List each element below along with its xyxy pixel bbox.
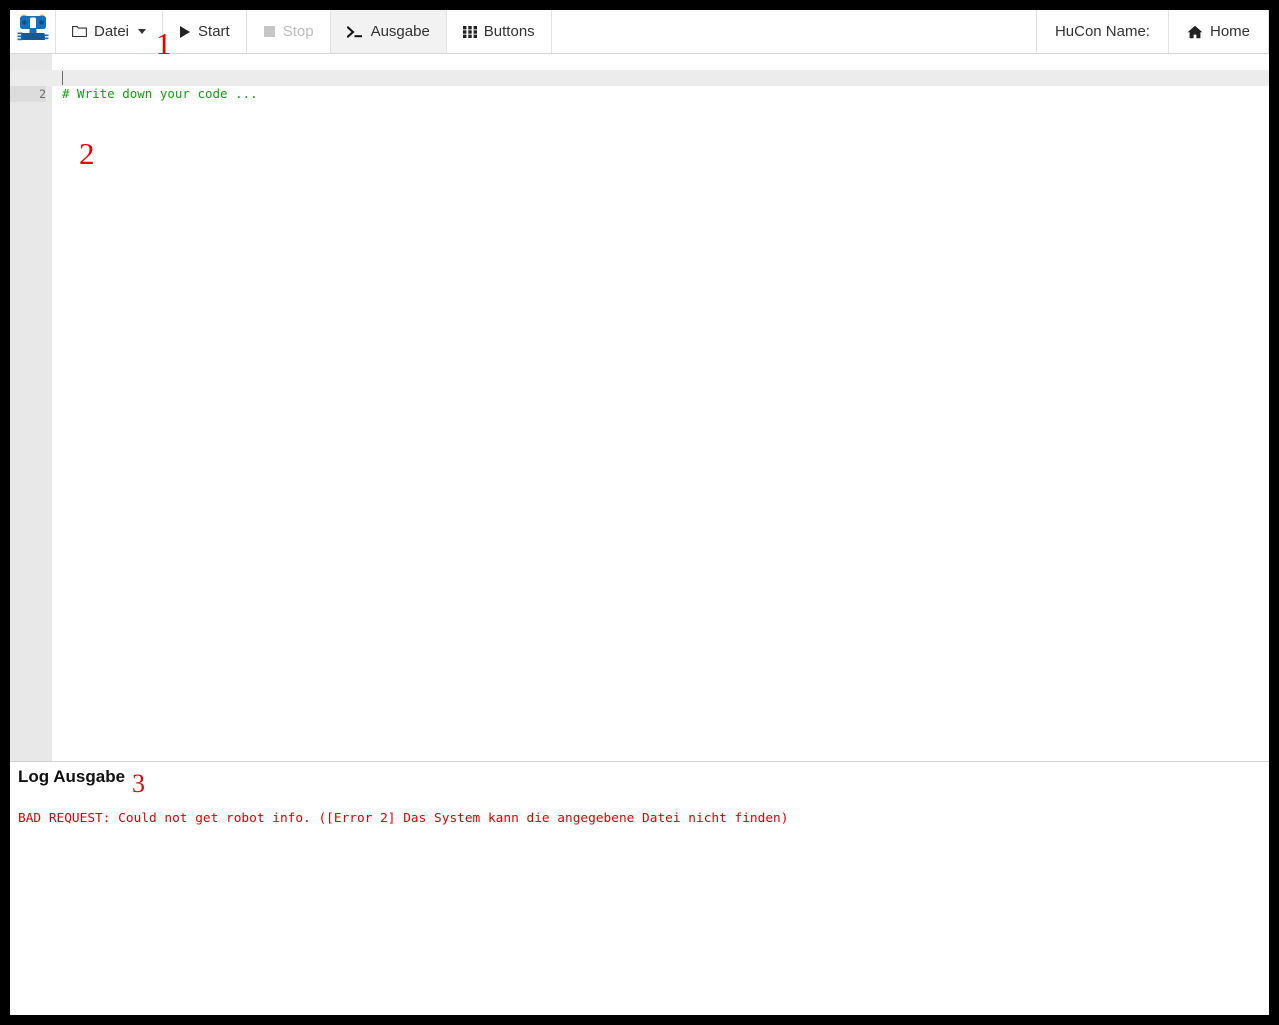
line-number: 2 — [10, 86, 46, 102]
toolbar-label-start: Start — [198, 23, 230, 40]
text-cursor — [62, 71, 63, 85]
chevron-down-icon[interactable] — [138, 29, 146, 34]
main-toolbar: Datei Start Stop — [10, 10, 1269, 54]
toolbar-button-home[interactable]: Home — [1169, 10, 1269, 53]
home-icon — [1187, 25, 1203, 39]
annotation-marker-3: 3 — [132, 771, 145, 797]
annotation-marker-2: 2 — [79, 138, 95, 169]
folder-icon — [72, 25, 87, 38]
code-editor[interactable]: 1 # Write down your code ... 2 2 — [10, 54, 1269, 762]
log-output-panel: Log Ausgabe 3 BAD REQUEST: Could not get… — [10, 762, 1269, 1013]
code-line[interactable]: 1 # Write down your code ... — [10, 54, 1269, 70]
toolbar-hucon-name: HuCon Name: — [1037, 10, 1169, 53]
grid-icon — [463, 25, 477, 39]
application-window: Datei Start Stop — [10, 10, 1269, 1015]
log-output-header: Log Ausgabe 3 — [18, 768, 1261, 794]
toolbar-button-datei[interactable]: Datei — [55, 10, 163, 53]
toolbar-label-ausgabe: Ausgabe — [371, 23, 430, 40]
play-icon — [179, 25, 191, 39]
log-output-message: BAD REQUEST: Could not get robot info. (… — [18, 810, 1261, 828]
toolbar-spacer — [552, 10, 1037, 53]
toolbar-button-start[interactable]: Start — [163, 10, 247, 53]
toolbar-button-buttons[interactable]: Buttons — [447, 10, 552, 53]
toolbar-button-ausgabe[interactable]: Ausgabe — [331, 10, 447, 53]
robot-logo-icon — [16, 12, 50, 51]
toolbar-button-stop: Stop — [247, 10, 331, 53]
app-logo[interactable] — [10, 10, 55, 53]
line-text: # Write down your code ... — [62, 86, 1269, 102]
hucon-name-label: HuCon Name: — [1055, 23, 1150, 40]
toolbar-label-buttons: Buttons — [484, 23, 535, 40]
code-line[interactable]: 2 — [10, 70, 1269, 86]
stop-icon — [263, 25, 276, 38]
toolbar-label-stop: Stop — [283, 23, 314, 40]
home-label: Home — [1210, 23, 1250, 40]
toolbar-label-datei: Datei — [94, 23, 129, 40]
line-number-gutter — [10, 54, 52, 761]
terminal-icon — [347, 25, 364, 39]
log-output-title: Log Ausgabe — [18, 768, 125, 786]
